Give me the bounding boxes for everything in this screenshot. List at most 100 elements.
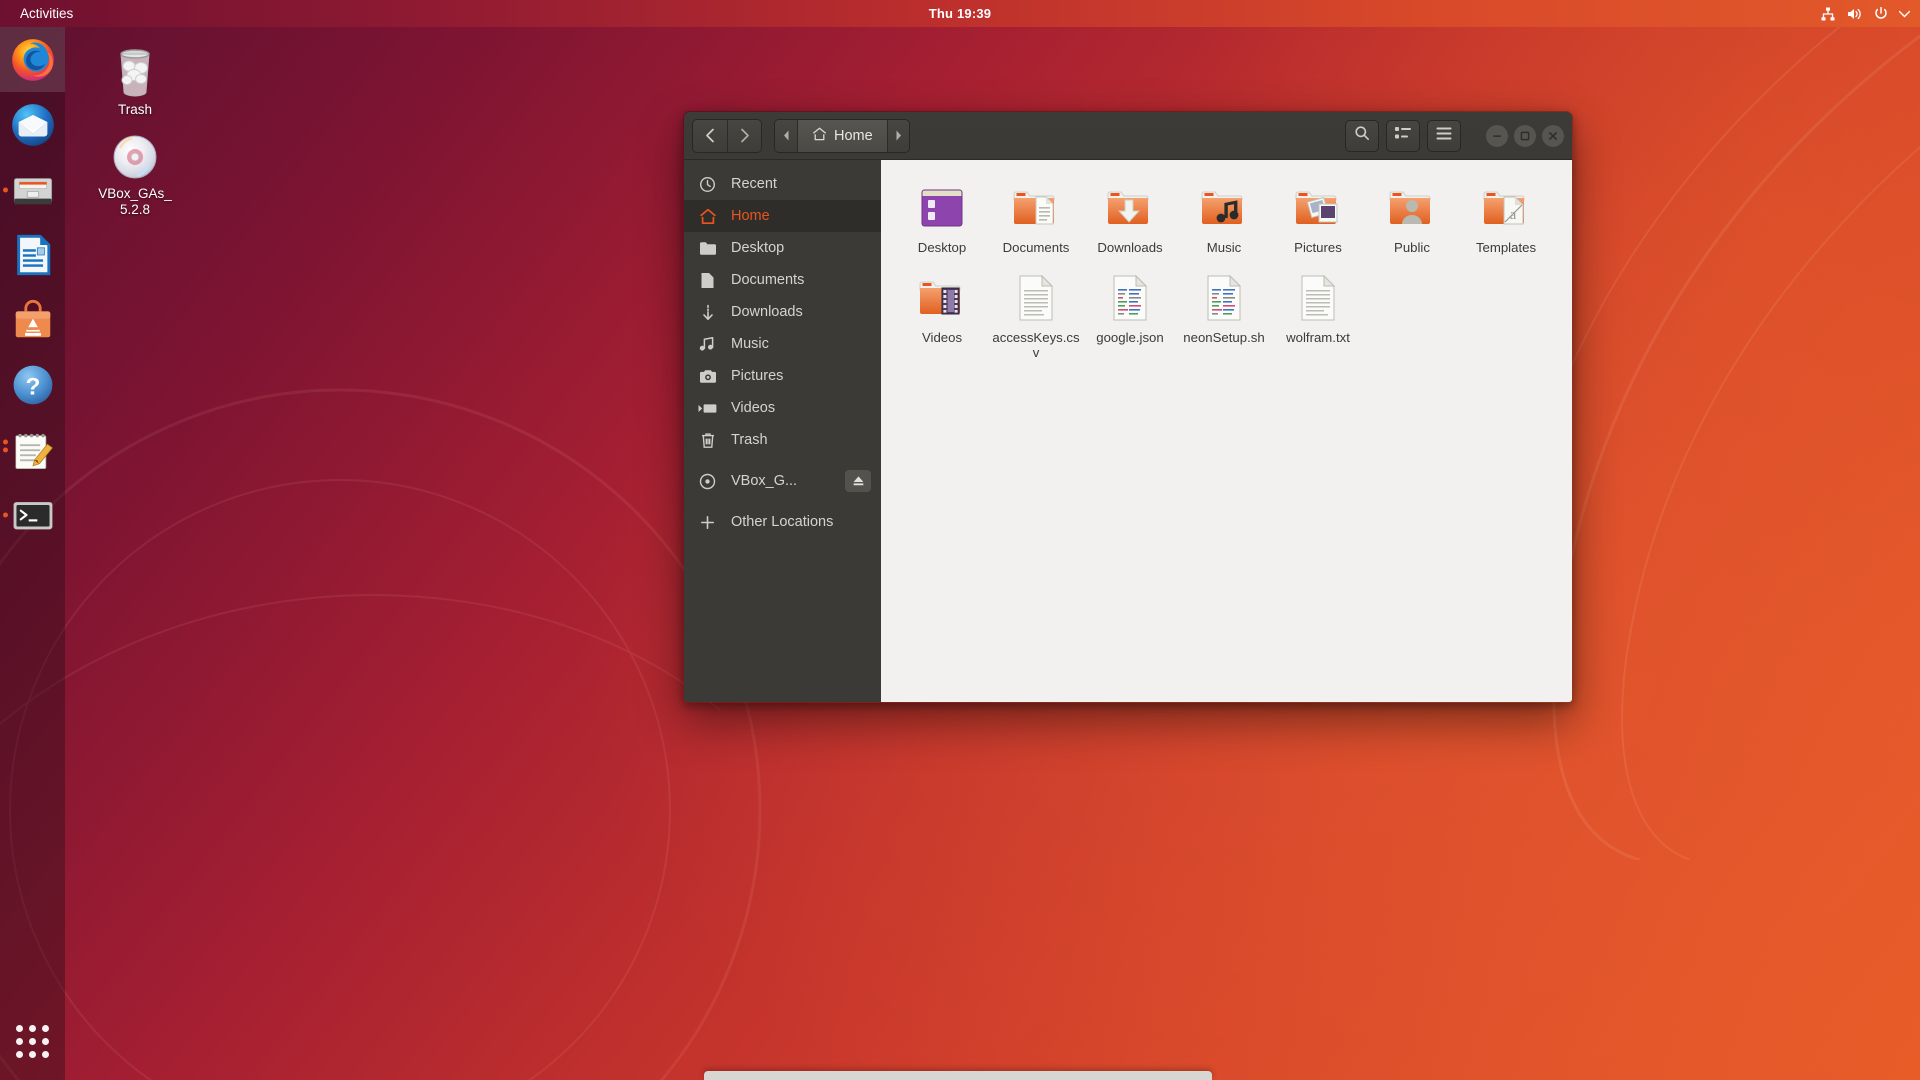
file-item-accesskeys-csv[interactable]: accessKeys.csv: [989, 266, 1083, 365]
folder-videos-icon: [916, 270, 968, 326]
plus-icon: [698, 513, 717, 532]
file-item-public[interactable]: Public: [1365, 176, 1459, 260]
file-item-downloads[interactable]: Downloads: [1083, 176, 1177, 260]
cd-disc-icon: [79, 124, 191, 182]
search-button[interactable]: [1345, 119, 1379, 152]
file-item-documents[interactable]: Documents: [989, 176, 1083, 260]
window-controls: [1478, 124, 1564, 147]
list-view-icon: [1395, 126, 1411, 145]
dock-item-help[interactable]: ?: [0, 352, 65, 417]
sidebar-item-label: Recent: [731, 176, 777, 192]
view-toggle-button[interactable]: [1386, 119, 1420, 152]
breadcrumb-label: Home: [834, 127, 873, 144]
sidebar-separator: [684, 456, 881, 465]
sidebar-item-home[interactable]: Home: [684, 200, 881, 232]
file-item-videos[interactable]: Videos: [895, 266, 989, 365]
menu-button[interactable]: [1427, 119, 1461, 152]
file-item-wolfram-txt[interactable]: wolfram.txt: [1271, 266, 1365, 365]
running-indicator: [3, 187, 8, 192]
top-panel: Activities Thu 19:39: [0, 0, 1920, 27]
file-item-google-json[interactable]: google.json: [1083, 266, 1177, 365]
desktop-icon-trash[interactable]: Trash: [79, 40, 191, 118]
file-item-neonsetup-sh[interactable]: neonSetup.sh: [1177, 266, 1271, 365]
file-text-icon: [1013, 270, 1059, 326]
back-button[interactable]: [693, 119, 727, 152]
search-icon: [1354, 125, 1370, 146]
file-item-music[interactable]: Music: [1177, 176, 1271, 260]
close-button[interactable]: [1542, 124, 1564, 147]
breadcrumb-home[interactable]: Home: [797, 119, 887, 152]
camera-icon: [698, 367, 717, 386]
sidebar-item-downloads[interactable]: Downloads: [684, 296, 881, 328]
trash-icon: [698, 431, 717, 450]
sidebar-item-label: Videos: [731, 400, 776, 416]
dock-item-terminal[interactable]: [0, 482, 65, 547]
volume-icon[interactable]: [1846, 6, 1863, 22]
sidebar-item-label: Other Locations: [731, 514, 834, 530]
background-window-edge[interactable]: [704, 1071, 1212, 1080]
dock-item-thunderbird[interactable]: [0, 92, 65, 157]
sidebar-item-videos[interactable]: Videos: [684, 392, 881, 424]
desktop-icon-label-line2: 5.2.8: [119, 201, 151, 217]
file-name: Music: [1206, 240, 1242, 255]
dock-item-ubuntu-software[interactable]: [0, 287, 65, 352]
file-name: Downloads: [1097, 240, 1163, 255]
folder-desktop-icon: [916, 180, 968, 236]
grid-dots-icon: [16, 1024, 49, 1058]
desktop-icon-label-line1: VBox_GAs_: [98, 186, 172, 201]
file-item-pictures[interactable]: Pictures: [1271, 176, 1365, 260]
sidebar-item-label: Home: [731, 208, 770, 224]
sidebar-item-desktop[interactable]: Desktop: [684, 232, 881, 264]
sidebar-item-vbox-disc[interactable]: VBox_G...: [684, 465, 881, 497]
dock-item-files[interactable]: [0, 157, 65, 222]
dock-item-firefox[interactable]: [0, 27, 65, 92]
sidebar-item-music[interactable]: Music: [684, 328, 881, 360]
show-applications-button[interactable]: [0, 1010, 65, 1072]
video-icon: [698, 399, 717, 418]
activities-button[interactable]: Activities: [12, 4, 81, 23]
thunderbird-icon: [11, 103, 54, 146]
file-item-templates[interactable]: a Templates: [1459, 176, 1553, 260]
eject-button[interactable]: [845, 470, 871, 492]
minimize-button[interactable]: [1486, 124, 1508, 147]
file-list-view[interactable]: Desktop Documents Downloads Music Pictur…: [881, 160, 1572, 702]
running-indicator: [3, 447, 8, 452]
sidebar-item-label: Trash: [731, 432, 768, 448]
dock-item-text-editor[interactable]: [0, 417, 65, 482]
sidebar-separator: [684, 497, 881, 506]
sidebar-item-trash[interactable]: Trash: [684, 424, 881, 456]
sidebar-item-label: Pictures: [731, 368, 784, 384]
forward-button[interactable]: [727, 119, 761, 152]
file-name: Public: [1394, 240, 1430, 255]
chevron-down-icon[interactable]: [1899, 10, 1910, 18]
dock-item-libreoffice-writer[interactable]: [0, 222, 65, 287]
file-name: neonSetup.sh: [1183, 329, 1265, 345]
file-name: Documents: [1002, 240, 1070, 255]
svg-text:?: ?: [25, 373, 40, 400]
sidebar-item-other-locations[interactable]: Other Locations: [684, 506, 881, 538]
clock-icon: [698, 175, 717, 194]
sidebar-item-recent[interactable]: Recent: [684, 168, 881, 200]
file-plain-icon: [1295, 270, 1341, 326]
document-icon: [698, 271, 717, 290]
svg-text:a: a: [1510, 207, 1517, 223]
text-editor-icon: [14, 433, 53, 469]
file-code-icon: [1201, 270, 1247, 326]
system-tray: [1820, 6, 1910, 22]
clock[interactable]: Thu 19:39: [929, 6, 991, 21]
desktop-icon-vbox-cd[interactable]: VBox_GAs_ 5.2.8: [79, 124, 191, 218]
file-name: Pictures: [1294, 240, 1342, 255]
sidebar-item-documents[interactable]: Documents: [684, 264, 881, 296]
file-item-desktop[interactable]: Desktop: [895, 176, 989, 260]
sidebar-item-pictures[interactable]: Pictures: [684, 360, 881, 392]
path-breadcrumb-bar: Home: [774, 118, 910, 153]
sidebar-item-label: Music: [731, 336, 769, 352]
network-icon[interactable]: [1820, 6, 1836, 22]
places-sidebar: Recent Home Desktop Documents Downloads …: [684, 160, 881, 702]
maximize-button[interactable]: [1514, 124, 1536, 147]
window-body: Recent Home Desktop Documents Downloads …: [684, 160, 1572, 702]
path-scroll-right-button[interactable]: [886, 119, 909, 152]
power-icon[interactable]: [1873, 6, 1889, 22]
path-scroll-left-button[interactable]: [775, 119, 797, 152]
sidebar-item-label: VBox_G...: [731, 473, 798, 489]
